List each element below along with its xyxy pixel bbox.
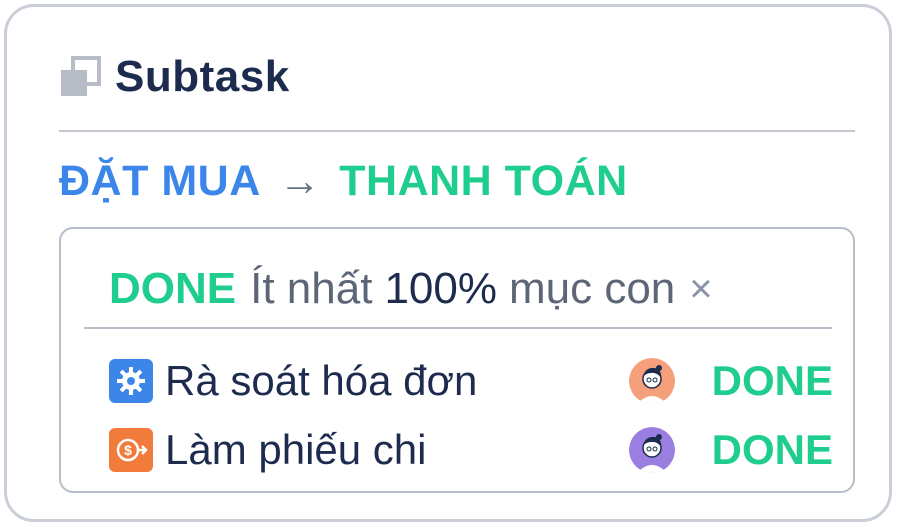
rule-prefix: Ít nhất [250, 264, 373, 313]
subtask-name: Rà soát hóa đơn [165, 357, 478, 404]
dollar-arrow-icon: $ [109, 428, 153, 472]
rule-status: DONE [109, 264, 237, 313]
arrow-icon: → [278, 157, 322, 204]
status-badge: DONE [711, 426, 833, 473]
subtask-row[interactable]: Rà soát hóa đơn DONE [109, 353, 833, 409]
to-status: THANH TOÁN [339, 156, 628, 205]
condition-panel: DONE Ít nhất 100% mục con × Rà soát hóa … [59, 227, 855, 493]
subtask-card: Subtask ĐẶT MUA → THANH TOÁN DONE Ít nhấ… [4, 4, 892, 522]
rule-percent[interactable]: 100% [384, 264, 497, 314]
close-icon[interactable]: × [689, 267, 712, 312]
page-title: Subtask [115, 52, 290, 101]
status-transition: ĐẶT MUA → THANH TOÁN [59, 152, 628, 210]
subtask-icon [59, 56, 101, 98]
header-divider [59, 130, 855, 132]
condition-divider [84, 327, 832, 329]
card-header: Subtask [59, 49, 290, 105]
avatar [629, 358, 675, 404]
rule-suffix: mục con [508, 264, 676, 313]
subtask-name: Làm phiếu chi [165, 426, 427, 473]
gear-icon [109, 359, 153, 403]
subtask-row[interactable]: $ Làm phiếu chi DONE [109, 422, 833, 478]
from-status: ĐẶT MUA [59, 156, 261, 205]
svg-text:$: $ [124, 442, 132, 458]
condition-rule: DONE Ít nhất 100% mục con × [109, 257, 713, 321]
status-badge: DONE [711, 357, 833, 404]
avatar [629, 427, 675, 473]
